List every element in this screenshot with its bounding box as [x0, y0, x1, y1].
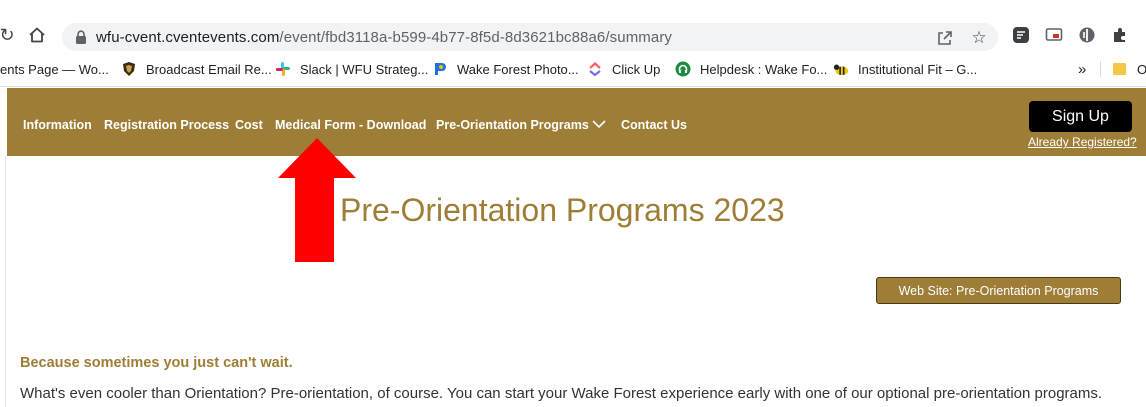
bookmark-star-icon[interactable]: ☆	[969, 28, 989, 48]
slack-icon	[275, 61, 291, 77]
section-subheading: Because sometimes you just can't wait.	[20, 355, 293, 371]
chevron-down-icon[interactable]	[592, 118, 606, 130]
share-icon[interactable]	[935, 28, 955, 48]
nav-pre-orientation-programs[interactable]: Pre-Orientation Programs	[436, 118, 589, 132]
bookmarks-overflow-button[interactable]: »	[1078, 54, 1086, 84]
site-nav-bar: Information Registration Process Cost Me…	[7, 88, 1146, 156]
nav-cost[interactable]: Cost	[235, 118, 263, 132]
bookmark-item[interactable]: Institutional Fit – G...	[833, 54, 977, 84]
bookmark-item[interactable]: Wake Forest Photo...	[432, 54, 579, 84]
url-text[interactable]: wfu-cvent.cventevents.com/event/fbd3118a…	[96, 29, 672, 46]
browser-toolbar: ↻ wfu-cvent.cventevents.com/event/fbd311…	[0, 0, 1146, 52]
nav-contact-us[interactable]: Contact Us	[621, 118, 687, 132]
bee-icon	[833, 61, 849, 77]
extension-1-icon[interactable]	[1011, 25, 1031, 45]
extension-2-icon[interactable]	[1044, 25, 1064, 45]
bookmark-item[interactable]: Helpdesk : Wake Fo...	[675, 54, 827, 84]
bookmark-item[interactable]: Click Up	[587, 54, 660, 84]
website-pre-orientation-button[interactable]: Web Site: Pre-Orientation Programs	[876, 277, 1121, 304]
nav-registration-process[interactable]: Registration Process	[104, 118, 229, 132]
bookmarks-separator	[1100, 61, 1101, 77]
address-bar[interactable]: wfu-cvent.cventevents.com/event/fbd3118a…	[62, 23, 998, 51]
content-border	[5, 156, 6, 407]
helpdesk-icon	[675, 61, 691, 77]
home-icon[interactable]	[26, 24, 48, 46]
bookmark-item[interactable]: Slack | WFU Strateg...	[275, 54, 428, 84]
nav-information[interactable]: Information	[23, 118, 92, 132]
intro-paragraph: What's even cooler than Orientation? Pre…	[20, 385, 1103, 402]
extension-3-icon[interactable]	[1077, 25, 1097, 45]
profile-icon[interactable]	[1140, 25, 1146, 45]
folder-icon	[1112, 61, 1128, 77]
lock-icon[interactable]	[74, 29, 88, 45]
nav-medical-form-download[interactable]: Medical Form - Download	[275, 118, 426, 132]
other-bookmarks[interactable]: O	[1112, 54, 1146, 84]
page-title: Pre-Orientation Programs 2023	[340, 192, 785, 228]
extensions-puzzle-icon[interactable]	[1110, 25, 1130, 45]
reload-icon[interactable]: ↻	[0, 24, 18, 46]
bookmark-item[interactable]: ents Page — Wo...	[0, 54, 109, 84]
chrome-divider	[0, 86, 1146, 87]
bookmarks-bar: ents Page — Wo... Broadcast Email Re... …	[0, 54, 1146, 84]
sign-up-button[interactable]: Sign Up	[1029, 101, 1132, 132]
clickup-icon	[587, 61, 603, 77]
deacon-icon	[121, 61, 137, 77]
photo-icon	[432, 61, 448, 77]
already-registered-link[interactable]: Already Registered?	[1028, 135, 1137, 149]
bookmark-item[interactable]: Broadcast Email Re...	[121, 54, 272, 84]
